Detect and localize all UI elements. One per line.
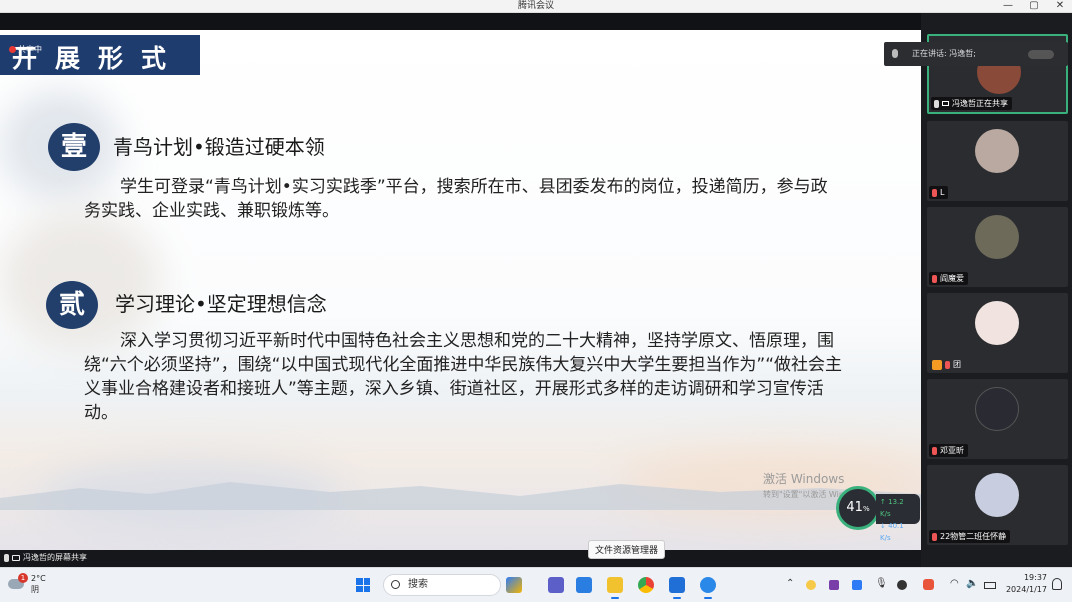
- search-box[interactable]: 搜索: [383, 574, 501, 596]
- screen-share-icon: [942, 101, 949, 106]
- mic-muted-icon: [945, 360, 950, 369]
- item-heading-1: 青鸟计划•锻造过硬本领: [113, 135, 325, 159]
- mic-icon: [892, 49, 898, 58]
- notification-bell-icon[interactable]: [1052, 578, 1062, 590]
- wifi-icon[interactable]: ◠: [950, 578, 959, 589]
- tray-app-icon[interactable]: [806, 580, 816, 590]
- weather-temp: 2°C: [31, 574, 46, 583]
- close-button[interactable]: ✕: [1054, 0, 1066, 12]
- item-heading-2: 学习理论•坚定理想信念: [115, 292, 327, 316]
- network-speed: ↑ 13.2 K/s ↓ 40.1 K/s: [876, 494, 920, 542]
- taskbar-tooltip: 文件资源管理器: [588, 540, 666, 559]
- participant-tile[interactable]: 22物管二班任怀静: [927, 465, 1068, 545]
- participant-tile[interactable]: 邓亚昕: [927, 379, 1068, 459]
- notification-badge: 1: [18, 573, 28, 583]
- raise-hand-icon: [932, 359, 942, 370]
- item-badge-2: 贰: [46, 281, 98, 329]
- screen-share-label: 冯逸哲的屏幕共享: [23, 553, 87, 562]
- section-banner: 开展形式: [0, 35, 200, 75]
- shield-icon[interactable]: [852, 580, 862, 590]
- tray-app-icon[interactable]: [897, 580, 907, 590]
- minimize-button[interactable]: —: [1002, 0, 1014, 12]
- window-title: 腾讯会议: [517, 1, 554, 11]
- download-arrow-icon: ↓: [880, 522, 886, 530]
- recording-dot-icon: [9, 46, 16, 53]
- participant-tile[interactable]: 团: [927, 293, 1068, 373]
- cloud-icon: 1: [8, 573, 28, 591]
- avatar: [975, 129, 1019, 173]
- meeting-top-strip: [0, 13, 921, 30]
- shared-screen: 开展形式 壹 青鸟计划•锻造过硬本领 学生可登录“青鸟计划•实习实践季”平台，搜…: [0, 30, 921, 550]
- mic-icon: [4, 553, 9, 562]
- widgets-icon[interactable]: [506, 577, 522, 593]
- maximize-button[interactable]: ▢: [1028, 0, 1040, 12]
- mic-muted-icon: [932, 188, 937, 197]
- avatar: [975, 473, 1019, 517]
- voice-level-icon: [1028, 50, 1054, 59]
- upload-arrow-icon: ↑: [880, 498, 886, 506]
- meeting-app-icon[interactable]: [700, 577, 716, 599]
- chevron-up-icon[interactable]: ⌃: [786, 578, 794, 589]
- search-icon: [391, 580, 400, 589]
- battery-icon[interactable]: [984, 582, 996, 589]
- weather-widget[interactable]: 1 2°C 阴: [8, 573, 46, 595]
- start-button[interactable]: [356, 578, 370, 592]
- participant-tile[interactable]: 阎魔爱: [927, 207, 1068, 287]
- sharing-indicator: 共享中: [9, 44, 42, 55]
- mic-muted-icon: [932, 274, 937, 283]
- mic-muted-icon: [932, 446, 937, 455]
- tray-app-icon[interactable]: [829, 580, 839, 590]
- task-view-icon[interactable]: [548, 577, 564, 593]
- mic-icon: [934, 99, 939, 108]
- file-explorer-icon[interactable]: [607, 577, 623, 599]
- screen-share-icon: [12, 554, 20, 561]
- participant-tile[interactable]: L: [927, 121, 1068, 201]
- network-gauge[interactable]: 41%: [836, 486, 880, 530]
- volume-icon[interactable]: 🔈: [966, 578, 978, 589]
- photos-icon[interactable]: [669, 577, 685, 599]
- avatar: [975, 215, 1019, 259]
- item-body-1: 学生可登录“青鸟计划•实习实践季”平台，搜索所在市、县团委发布的岗位，投递简历，…: [84, 177, 828, 221]
- tray-app-icon[interactable]: [923, 579, 934, 590]
- item-body-2: 深入学习贯彻习近平新时代中国特色社会主义思想和党的二十大精神，坚持学原文、悟原理…: [84, 331, 843, 423]
- chrome-icon[interactable]: [638, 577, 654, 593]
- store-icon[interactable]: [576, 577, 592, 593]
- window-titlebar: 腾讯会议 — ▢ ✕: [0, 0, 1072, 13]
- weather-desc: 阴: [31, 585, 39, 594]
- speaking-indicator: 正在讲话: 冯逸哲;: [884, 42, 1068, 66]
- avatar: [975, 301, 1019, 345]
- avatar: [975, 387, 1019, 431]
- system-clock[interactable]: 19:37 2024/1/17: [1005, 572, 1047, 596]
- item-badge-1: 壹: [48, 123, 100, 171]
- microphone-icon[interactable]: 🎙: [875, 578, 888, 589]
- windows-taskbar: 1 2°C 阴 搜索 ⌃ 🎙 ◠ 🔈 19:37 2024/1/17: [0, 567, 1072, 602]
- mic-muted-icon: [932, 532, 937, 541]
- screen-share-bar: 冯逸哲的屏幕共享: [0, 550, 921, 567]
